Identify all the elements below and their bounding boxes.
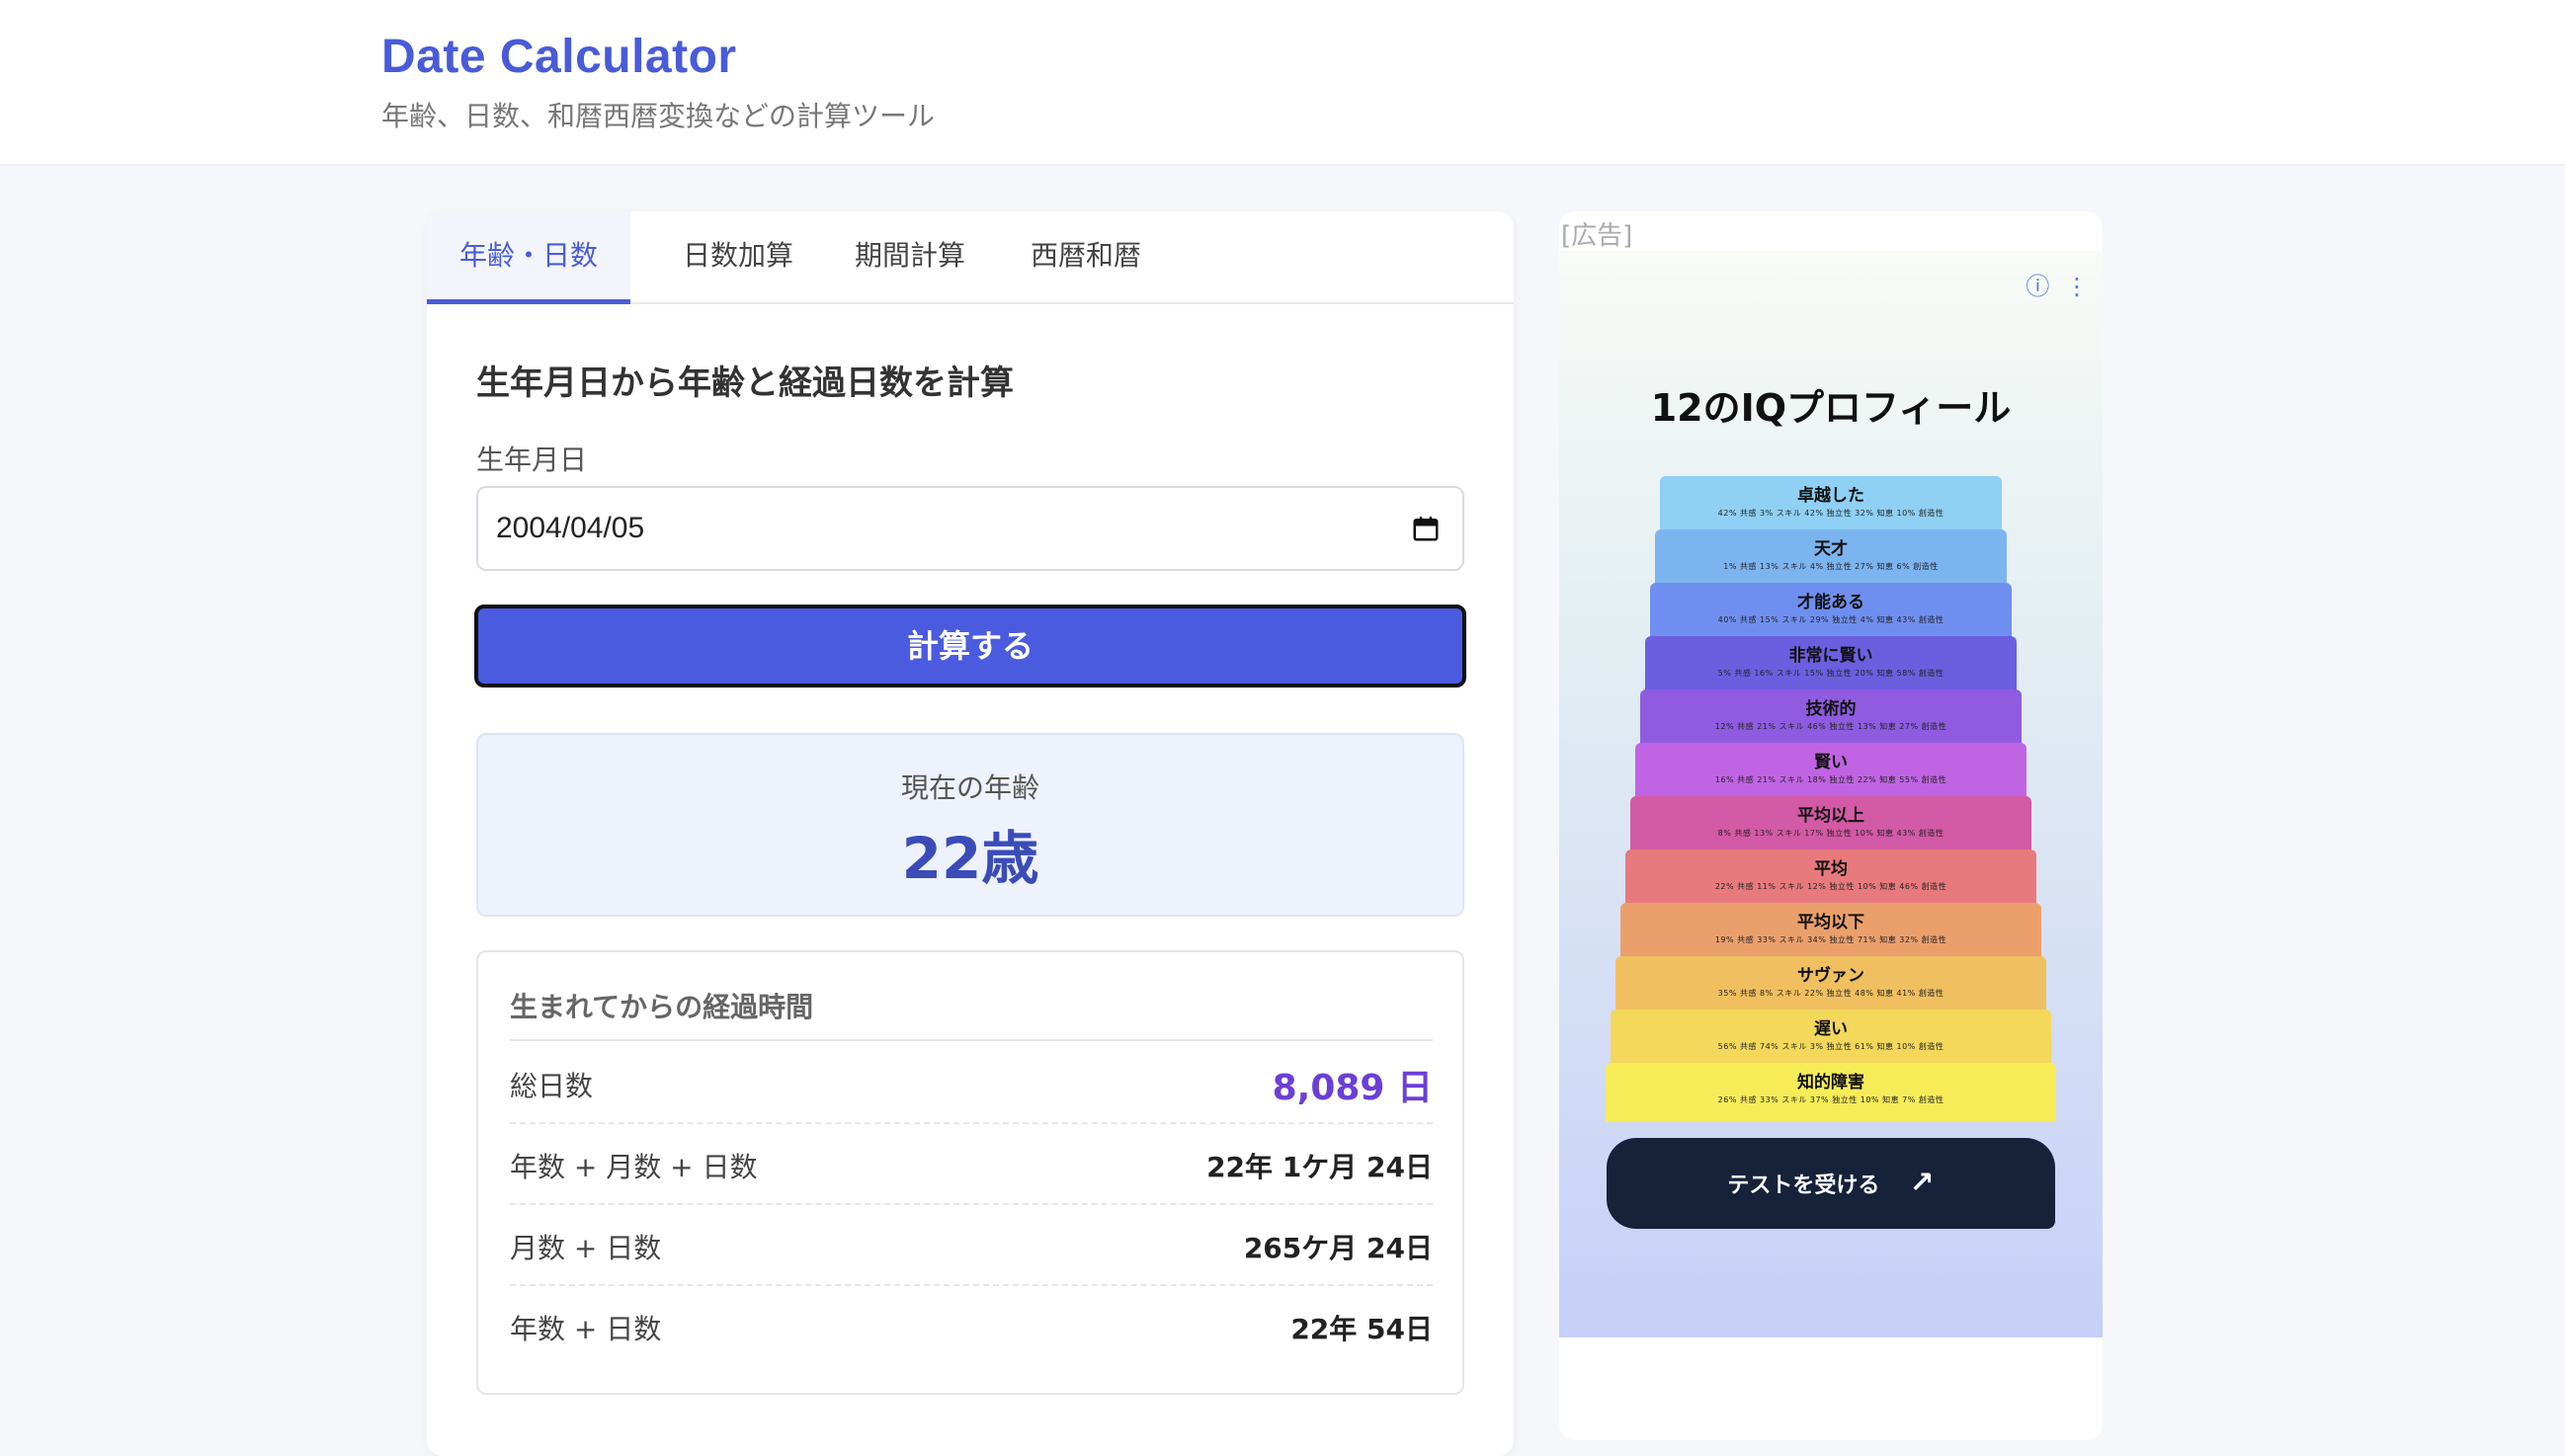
elapsed-title: 生まれてからの経過時間 bbox=[510, 991, 814, 1023]
iq-tier-stats: 26% 共感 33% スキル 37% 独立性 10% 知恵 7% 創造性 bbox=[1717, 1095, 1944, 1104]
row-value: 22年 54日 bbox=[1290, 1313, 1433, 1345]
age-label: 現在の年齢 bbox=[900, 771, 1039, 804]
arrow-up-right-icon: ↗ bbox=[1909, 1166, 1935, 1200]
iq-tier-label: 才能ある bbox=[1797, 593, 1864, 612]
site-subtitle: 年齢、日数、和暦西暦変換などの計算ツール bbox=[381, 100, 936, 132]
iq-tier-label: サヴァン bbox=[1797, 966, 1864, 986]
iq-tier: 卓越した 42% 共感 3% スキル 42% 独立性 32% 知恵 10% 創造性 bbox=[1660, 476, 2002, 535]
info-icon[interactable]: ⓘ bbox=[2026, 273, 2049, 300]
iq-tier: 平均以下 19% 共感 33% スキル 34% 独立性 71% 知恵 32% 創造… bbox=[1620, 903, 2041, 962]
more-options-icon[interactable]: ⋮ bbox=[2065, 273, 2089, 300]
age-value: 22歳 bbox=[901, 825, 1039, 892]
birthdate-input[interactable]: 2004/04/05 bbox=[476, 486, 1464, 571]
iq-tier-stats: 8% 共感 13% スキル 17% 独立性 10% 知恵 43% 創造性 bbox=[1717, 829, 1944, 838]
iq-tier-stats: 16% 共感 21% スキル 18% 独立性 22% 知恵 55% 創造性 bbox=[1714, 775, 1947, 784]
section-title: 生年月日から年齢と経過日数を計算 bbox=[476, 364, 1014, 403]
iq-tier: 平均以上 8% 共感 13% スキル 17% 独立性 10% 知恵 43% 創造性 bbox=[1630, 796, 2031, 855]
tab-era-convert[interactable]: 西暦和暦 bbox=[1002, 211, 1170, 304]
ad-container: [広告] ⓘ ⋮ 12のIQプロフィール 卓越した 42% 共感 3% スキル 4… bbox=[1559, 211, 2103, 1440]
tab-age-days[interactable]: 年齢・日数 bbox=[427, 211, 630, 304]
ad-info-icons[interactable]: ⓘ ⋮ bbox=[2026, 267, 2089, 301]
elapsed-row: 年数 + 月数 + 日数 22年 1ケ月 24日 bbox=[510, 1124, 1433, 1205]
calendar-icon[interactable] bbox=[1411, 514, 1441, 543]
birthdate-value: 2004/04/05 bbox=[496, 512, 645, 544]
ad-cta-button[interactable]: テストを受ける ↗ bbox=[1607, 1138, 2055, 1229]
iq-tier-stats: 40% 共感 15% スキル 29% 独立性 4% 知恵 43% 創造性 bbox=[1717, 615, 1944, 624]
tab-bar: 年齢・日数 日数加算 期間計算 西暦和暦 bbox=[427, 211, 1514, 304]
iq-tier-label: 知的障害 bbox=[1797, 1073, 1864, 1092]
site-title[interactable]: Date Calculator bbox=[381, 30, 737, 84]
iq-tier-stats: 5% 共感 16% スキル 15% 独立性 20% 知恵 58% 創造性 bbox=[1717, 669, 1944, 678]
elapsed-row: 総日数 8,089 日 bbox=[510, 1043, 1433, 1124]
iq-tier-label: 非常に賢い bbox=[1788, 646, 1873, 666]
iq-tier: 賢い 16% 共感 21% スキル 18% 独立性 22% 知恵 55% 創造性 bbox=[1635, 743, 2027, 802]
calculate-button[interactable]: 計算する bbox=[474, 605, 1466, 688]
divider bbox=[510, 1039, 1433, 1041]
elapsed-row: 月数 + 日数 265ケ月 24日 bbox=[510, 1205, 1433, 1286]
iq-tier: 才能ある 40% 共感 15% スキル 29% 独立性 4% 知恵 43% 創造性 bbox=[1650, 583, 2012, 642]
iq-tier: 技術的 12% 共感 21% スキル 46% 独立性 13% 知恵 27% 創造性 bbox=[1640, 689, 2022, 749]
iq-tier-stats: 42% 共感 3% スキル 42% 独立性 32% 知恵 10% 創造性 bbox=[1717, 509, 1944, 518]
iq-tier: 平均 22% 共感 11% スキル 12% 独立性 10% 知恵 46% 創造性 bbox=[1625, 849, 2036, 909]
total-days-value: 8,089 日 bbox=[1272, 1068, 1433, 1108]
iq-tier-stats: 35% 共感 8% スキル 22% 独立性 48% 知恵 41% 創造性 bbox=[1717, 989, 1944, 998]
iq-tier-stats: 12% 共感 21% スキル 46% 独立性 13% 知恵 27% 創造性 bbox=[1714, 722, 1947, 731]
iq-tier-label: 平均以下 bbox=[1797, 913, 1864, 932]
birthdate-label: 生年月日 bbox=[476, 444, 588, 476]
ad-tag: [広告] bbox=[1561, 221, 1633, 251]
row-label: 年数 + 月数 + 日数 bbox=[510, 1151, 758, 1183]
iq-tier-label: 技術的 bbox=[1805, 699, 1857, 719]
age-result-box: 現在の年齢 22歳 bbox=[476, 733, 1464, 917]
row-label: 月数 + 日数 bbox=[510, 1232, 662, 1264]
iq-tier-label: 平均 bbox=[1814, 859, 1848, 879]
iq-tier: 知的障害 26% 共感 33% スキル 37% 独立性 10% 知恵 7% 創造性 bbox=[1606, 1063, 2056, 1122]
ad-cta-label: テストを受ける bbox=[1727, 1173, 1880, 1198]
iq-tier-stats: 19% 共感 33% スキル 34% 独立性 71% 知恵 32% 創造性 bbox=[1714, 935, 1947, 944]
ad-headline: 12のIQプロフィール bbox=[1650, 386, 2012, 430]
row-label: 年数 + 日数 bbox=[510, 1313, 662, 1345]
iq-tier-label: 天才 bbox=[1814, 539, 1848, 559]
elapsed-row: 年数 + 日数 22年 54日 bbox=[510, 1286, 1433, 1367]
tab-period[interactable]: 期間計算 bbox=[826, 211, 994, 304]
row-value: 22年 1ケ月 24日 bbox=[1206, 1151, 1433, 1183]
row-value: 265ケ月 24日 bbox=[1243, 1232, 1433, 1264]
iq-tier-stats: 1% 共感 13% スキル 4% 独立性 27% 知恵 6% 創造性 bbox=[1723, 562, 1939, 571]
tab-add-days[interactable]: 日数加算 bbox=[654, 211, 822, 304]
site-header: Date Calculator 年齢、日数、和暦西暦変換などの計算ツール bbox=[0, 0, 2565, 166]
iq-tier-label: 賢い bbox=[1814, 753, 1848, 772]
elapsed-time-panel: 生まれてからの経過時間 総日数 8,089 日 年数 + 月数 + 日数 22年… bbox=[476, 950, 1464, 1395]
iq-tier-label: 平均以上 bbox=[1797, 806, 1864, 826]
iq-tier: 非常に賢い 5% 共感 16% スキル 15% 独立性 20% 知恵 58% 創造… bbox=[1645, 636, 2017, 695]
calculator-card: 年齢・日数 日数加算 期間計算 西暦和暦 生年月日から年齢と経過日数を計算 生年… bbox=[427, 211, 1514, 1456]
iq-tier: 天才 1% 共感 13% スキル 4% 独立性 27% 知恵 6% 創造性 bbox=[1655, 529, 2007, 589]
iq-tier-stats: 56% 共感 74% スキル 3% 独立性 61% 知恵 10% 創造性 bbox=[1717, 1042, 1944, 1051]
iq-tier-label: 卓越した bbox=[1797, 486, 1864, 506]
row-label: 総日数 bbox=[510, 1070, 594, 1102]
ad-creative[interactable]: ⓘ ⋮ 12のIQプロフィール 卓越した 42% 共感 3% スキル 42% 独立… bbox=[1559, 251, 2103, 1337]
iq-tier-label: 遅い bbox=[1814, 1019, 1848, 1039]
iq-tier: 遅い 56% 共感 74% スキル 3% 独立性 61% 知恵 10% 創造性 bbox=[1611, 1010, 2051, 1069]
iq-tier: サヴァン 35% 共感 8% スキル 22% 独立性 48% 知恵 41% 創造性 bbox=[1615, 956, 2046, 1015]
iq-tier-stats: 22% 共感 11% スキル 12% 独立性 10% 知恵 46% 創造性 bbox=[1714, 882, 1947, 891]
